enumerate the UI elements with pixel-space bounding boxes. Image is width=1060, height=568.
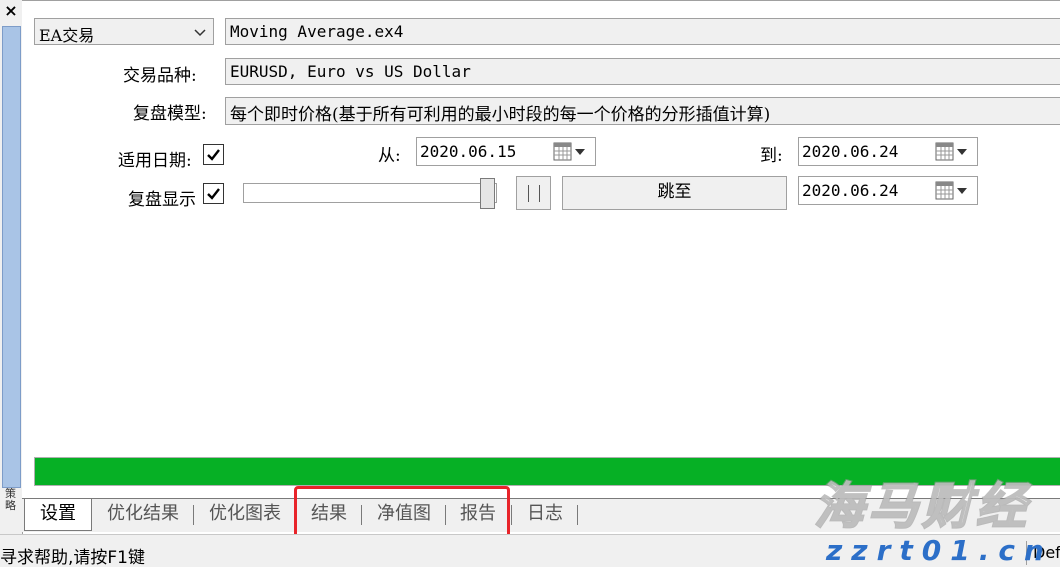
ea-type-select[interactable]: EA交易 [34, 18, 214, 45]
checkmark-icon [207, 149, 220, 161]
pause-icon [528, 185, 529, 202]
tab-separator [577, 505, 578, 525]
calendar-icon[interactable] [935, 142, 971, 162]
to-date-field[interactable]: 2020.06.24 [798, 137, 978, 166]
tab-optimization-graph[interactable]: 优化图表 [198, 499, 292, 531]
tester-side-strip: × 策略 [0, 0, 23, 534]
model-value: 每个即时价格(基于所有可利用的最小时段的每一个价格的分形插值计算) [230, 105, 771, 125]
from-date-field[interactable]: 2020.06.15 [416, 137, 596, 166]
expert-file-value: Moving Average.ex4 [230, 22, 404, 41]
tab-optimization-results[interactable]: 优化结果 [96, 499, 190, 531]
model-label: 复盘模型: [133, 104, 207, 124]
chevron-down-icon [194, 29, 206, 37]
checkmark-icon [207, 188, 220, 200]
from-date-value: 2020.06.15 [420, 142, 517, 161]
watermark-url: zzrt01.cn [826, 534, 1053, 567]
tab-separator [511, 505, 512, 525]
status-help-text: 寻求帮助,请按F1键 [0, 548, 145, 568]
highlight-box [294, 486, 510, 539]
model-select[interactable]: 每个即时价格(基于所有可利用的最小时段的每一个价格的分形插值计算) [225, 97, 1060, 125]
symbol-label: 交易品种: [123, 66, 197, 86]
jump-to-button[interactable]: 跳至 [562, 176, 787, 210]
visual-speed-slider-thumb[interactable] [480, 178, 495, 209]
symbol-select[interactable]: EURUSD, Euro vs US Dollar [225, 58, 1060, 85]
tab-separator [193, 505, 194, 525]
jump-date-value: 2020.06.24 [802, 181, 899, 200]
to-date-value: 2020.06.24 [802, 142, 899, 161]
sidebar-bar [2, 26, 21, 488]
close-icon[interactable]: × [3, 2, 19, 20]
visual-mode-checkbox[interactable] [203, 183, 224, 204]
use-date-label: 适用日期: [118, 151, 192, 171]
tab-settings[interactable]: 设置 [24, 499, 92, 531]
jump-date-field[interactable]: 2020.06.24 [798, 176, 978, 205]
visual-mode-label: 复盘显示 [128, 190, 196, 210]
from-label: 从: [378, 146, 401, 166]
use-date-checkbox[interactable] [203, 144, 224, 165]
to-label: 到: [760, 146, 783, 166]
expert-file-field[interactable]: Moving Average.ex4 [225, 18, 1060, 45]
tester-settings-panel: EA交易 Moving Average.ex4 交易品种: EURUSD, Eu… [22, 0, 1060, 501]
pause-icon [539, 185, 540, 202]
pause-button[interactable] [516, 176, 551, 210]
ea-type-value: EA交易 [39, 26, 95, 45]
calendar-icon[interactable] [935, 181, 971, 201]
tab-journal[interactable]: 日志 [516, 499, 574, 531]
visual-speed-slider[interactable] [243, 183, 497, 203]
watermark-brand: 海马财经 [813, 476, 1030, 536]
tester-side-label: 策略 [5, 488, 16, 512]
calendar-icon[interactable] [553, 142, 589, 162]
symbol-value: EURUSD, Euro vs US Dollar [230, 62, 471, 81]
